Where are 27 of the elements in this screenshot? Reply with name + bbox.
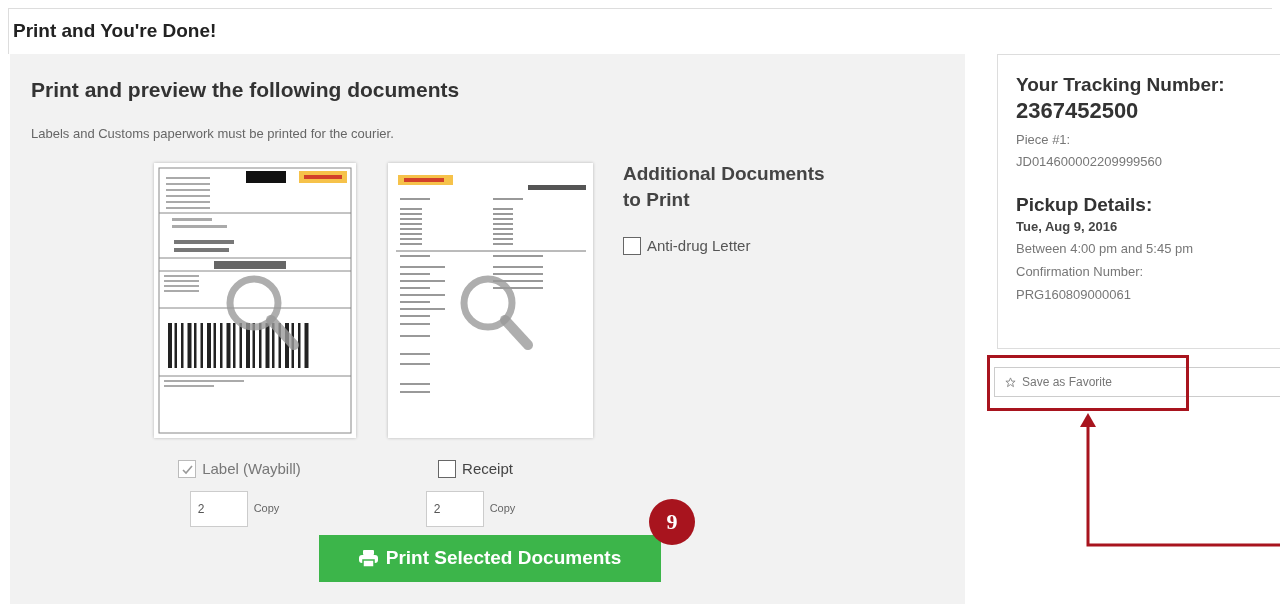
step-badge: 9 xyxy=(649,498,695,545)
printer-icon xyxy=(358,549,378,567)
section-heading: Print and preview the following documents xyxy=(31,77,461,103)
confirmation-number: PRG160809000061 xyxy=(1016,286,1132,304)
pickup-heading: Pickup Details: xyxy=(1016,193,1154,217)
copy-label: Copy xyxy=(489,501,516,517)
piece-label: Piece #1: xyxy=(1016,131,1072,149)
pickup-date: Tue, Aug 9, 2016 xyxy=(1016,218,1119,236)
checkbox-label: Receipt xyxy=(462,459,513,479)
piece-number: JD014600002209999560 xyxy=(1016,153,1164,171)
tracking-number: 2367452500 xyxy=(1016,97,1140,125)
document-checkbox[interactable] xyxy=(438,460,457,479)
star-icon xyxy=(1005,376,1016,388)
copy-label: Copy xyxy=(253,501,280,517)
page-title: Print and You're Done! xyxy=(13,19,217,44)
tracking-heading: Your Tracking Number: xyxy=(1016,73,1226,97)
receipt-preview-drawing[interactable] xyxy=(388,163,593,438)
waybill-preview-drawing[interactable] xyxy=(153,163,356,438)
pickup-window: Between 4:00 pm and 5:45 pm xyxy=(1016,237,1280,260)
checkbox-label: Anti-drug Letter xyxy=(647,236,751,256)
document-checkbox[interactable] xyxy=(623,237,641,256)
courier-note: Labels and Customs paperwork must be printed for the courier. xyxy=(31,124,395,143)
copies-field[interactable]: 2 xyxy=(425,490,484,527)
confirmation-label: Confirmation Number: xyxy=(1016,263,1145,281)
save-favorite-button[interactable]: Save as Favorite xyxy=(994,367,1280,397)
additional-heading: Additional Documents to Print xyxy=(623,162,826,212)
checkbox-label: Label (Waybill) xyxy=(202,459,301,479)
